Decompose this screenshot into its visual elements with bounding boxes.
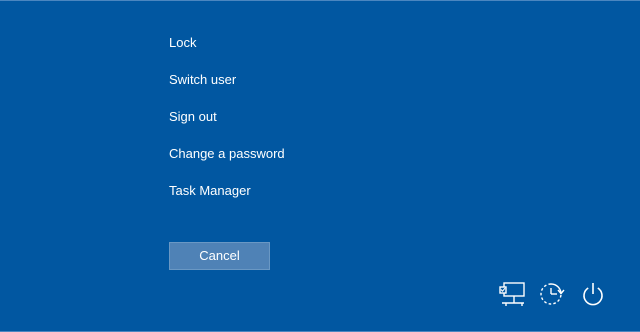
ease-of-access-icon bbox=[536, 279, 566, 309]
power-icon bbox=[578, 279, 608, 309]
change-password-option[interactable]: Change a password bbox=[169, 143, 285, 180]
ease-of-access-button[interactable] bbox=[534, 277, 568, 311]
network-button[interactable] bbox=[495, 277, 529, 311]
lock-option[interactable]: Lock bbox=[169, 32, 285, 69]
cancel-button[interactable]: Cancel bbox=[169, 242, 270, 270]
sign-out-option[interactable]: Sign out bbox=[169, 106, 285, 143]
security-options-menu: Lock Switch user Sign out Change a passw… bbox=[169, 32, 285, 217]
network-icon bbox=[497, 279, 527, 309]
switch-user-option[interactable]: Switch user bbox=[169, 69, 285, 106]
power-button[interactable] bbox=[576, 277, 610, 311]
task-manager-option[interactable]: Task Manager bbox=[169, 180, 285, 217]
security-options-screen: Lock Switch user Sign out Change a passw… bbox=[0, 0, 640, 332]
